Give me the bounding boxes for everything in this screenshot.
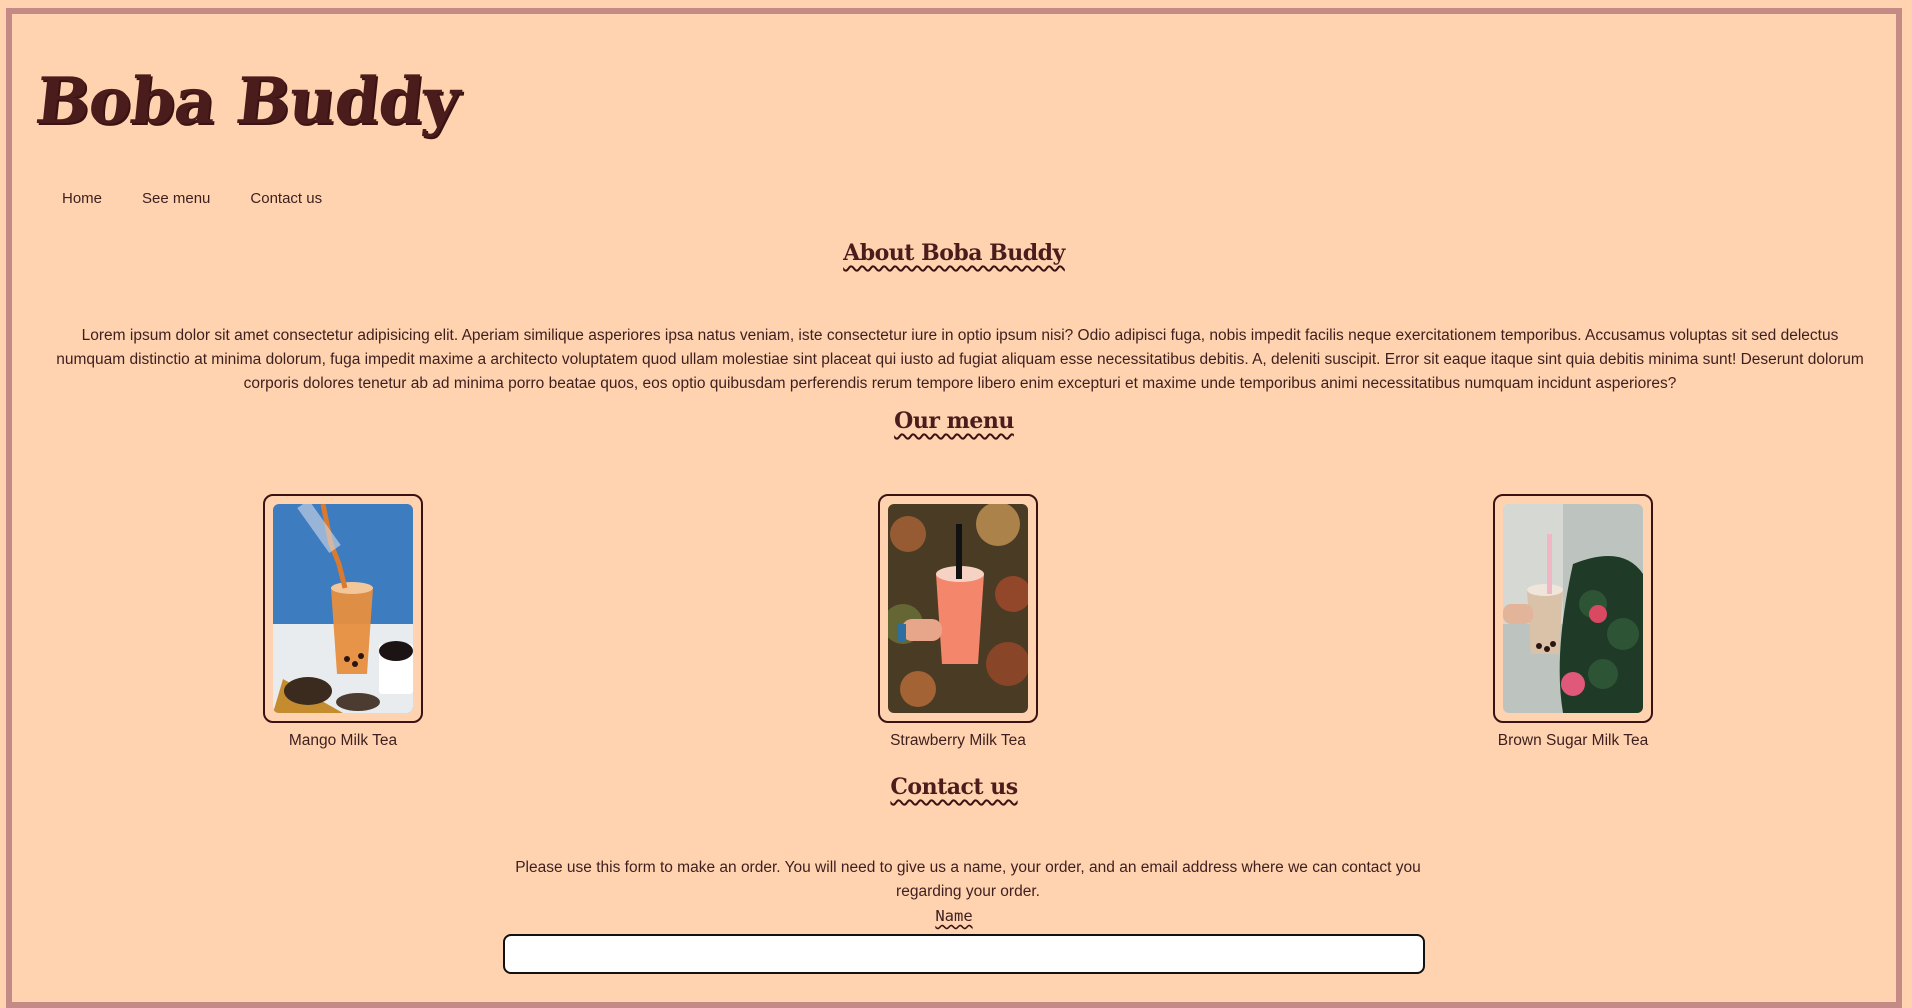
name-label: Name — [12, 907, 1896, 925]
nav-home-link[interactable]: Home — [62, 190, 102, 207]
menu-item-label: Brown Sugar Milk Tea — [1497, 732, 1649, 749]
nav-see-menu-link[interactable]: See menu — [142, 190, 210, 207]
contact-heading: Contact us — [12, 774, 1896, 800]
mango-milk-tea-image — [273, 504, 413, 713]
menu-item-brown-sugar[interactable]: Brown Sugar Milk Tea — [1493, 494, 1653, 750]
menu-heading-text: Our menu — [894, 408, 1014, 434]
about-paragraph: Lorem ipsum dolor sit amet consectetur a… — [56, 327, 1864, 392]
menu-card — [1493, 494, 1653, 723]
menu-card — [878, 494, 1038, 723]
menu-item-label: Mango Milk Tea — [288, 732, 398, 749]
menu-item-mango[interactable]: Mango Milk Tea — [263, 494, 423, 750]
menu-heading: Our menu — [12, 408, 1896, 434]
main-nav: Home See menu Contact us — [62, 190, 322, 207]
brown-sugar-milk-tea-image — [1503, 504, 1643, 713]
menu-card — [263, 494, 423, 723]
about-heading: About Boba Buddy — [12, 240, 1896, 266]
contact-heading-text: Contact us — [890, 774, 1018, 800]
name-label-text: Name — [935, 907, 973, 925]
site-logo[interactable]: Boba Buddy — [32, 64, 462, 139]
strawberry-milk-tea-image — [888, 504, 1028, 713]
about-heading-text: About Boba Buddy — [843, 240, 1065, 266]
page-frame: Boba Buddy Home See menu Contact us Abou… — [6, 8, 1902, 1008]
menu-item-label: Strawberry Milk Tea — [890, 732, 1026, 749]
name-input[interactable] — [503, 934, 1425, 974]
nav-contact-link[interactable]: Contact us — [250, 190, 322, 207]
menu-item-strawberry[interactable]: Strawberry Milk Tea — [878, 494, 1038, 750]
contact-description: Please use this form to make an order. Y… — [515, 859, 1421, 900]
